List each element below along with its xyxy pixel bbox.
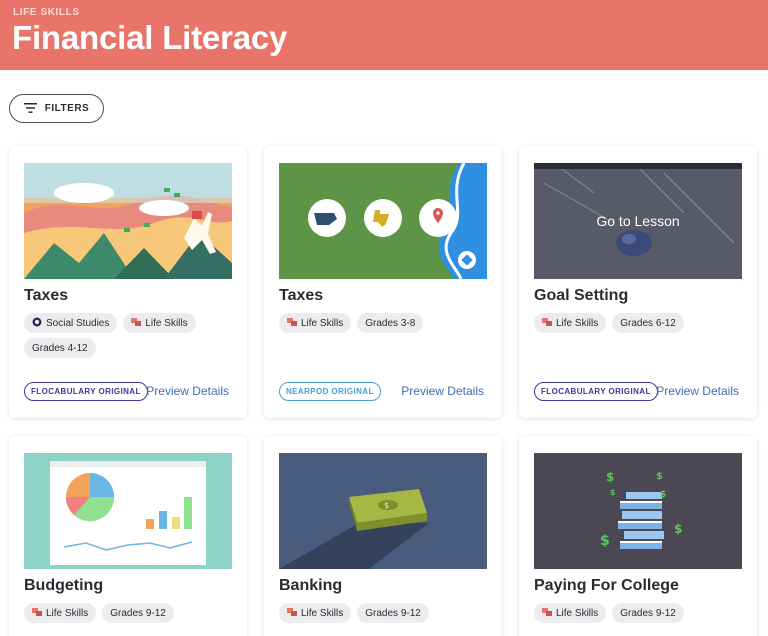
preview-details-link[interactable]: Preview Details <box>146 384 229 398</box>
svg-text:$: $ <box>606 470 614 484</box>
filters-label: FILTERS <box>44 103 90 114</box>
tag-life-skills[interactable]: Life Skills <box>534 603 607 623</box>
svg-text:$: $ <box>600 533 610 549</box>
lesson-card-goal-setting[interactable]: Go to Lesson Goal Setting Life Skills Gr… <box>519 146 757 418</box>
tag-life-skills[interactable]: Life Skills <box>123 313 196 333</box>
lesson-title[interactable]: Goal Setting <box>534 287 628 305</box>
tag-label: Grades 3-8 <box>365 317 416 329</box>
tag-grades[interactable]: Grades 9-12 <box>612 603 684 623</box>
lesson-thumbnail[interactable]: $ <box>279 453 487 569</box>
lesson-thumbnail[interactable] <box>24 163 232 279</box>
lesson-card-banking[interactable]: $ Banking Life Skills Grades 9-12 <box>264 436 502 636</box>
flocabulary-original-badge: FLOCABULARY ORIGINAL <box>24 382 148 401</box>
filters-button[interactable]: FILTERS <box>9 94 104 123</box>
social-studies-icon <box>32 317 42 330</box>
tag-grades[interactable]: Grades 9-12 <box>102 603 174 623</box>
lesson-grid-area: FILTERS Taxes Social Studies Life Skills… <box>0 70 768 636</box>
svg-text:$: $ <box>660 490 666 500</box>
lesson-thumbnail[interactable]: Go to Lesson <box>534 163 742 279</box>
tag-life-skills[interactable]: Life Skills <box>279 603 352 623</box>
tag-list: Life Skills Grades 9-12 <box>534 603 744 623</box>
lesson-card-budgeting[interactable]: Budgeting Life Skills Grades 9-12 <box>9 436 247 636</box>
life-skills-icon <box>32 607 42 620</box>
lesson-thumbnail[interactable] <box>24 453 232 569</box>
tag-label: Grades 4-12 <box>32 342 88 354</box>
svg-text:$: $ <box>674 522 682 536</box>
tag-grades[interactable]: Grades 4-12 <box>24 338 96 358</box>
tag-social-studies[interactable]: Social Studies <box>24 313 118 333</box>
tag-label: Life Skills <box>145 317 188 329</box>
preview-details-link[interactable]: Preview Details <box>401 384 484 398</box>
tag-grades[interactable]: Grades 3-8 <box>357 313 424 333</box>
lesson-title[interactable]: Paying For College <box>534 577 679 595</box>
tag-label: Grades 9-12 <box>620 607 676 619</box>
tag-list: Social Studies Life Skills Grades 4-12 <box>24 313 234 358</box>
lesson-title[interactable]: Banking <box>279 577 342 595</box>
page-header: LIFE SKILLS Financial Literacy <box>0 0 768 70</box>
lesson-card-taxes-nearpod[interactable]: Taxes Life Skills Grades 3-8 NEARPOD ORI… <box>264 146 502 418</box>
life-skills-icon <box>287 317 297 330</box>
nearpod-original-badge: NEARPOD ORIGINAL <box>279 382 381 401</box>
svg-text:$: $ <box>656 471 663 482</box>
tag-label: Life Skills <box>46 607 89 619</box>
tag-list: Life Skills Grades 6-12 <box>534 313 744 333</box>
lesson-card-paying-for-college[interactable]: $ $ $ $ $ $ Paying For College Life Skil… <box>519 436 757 636</box>
go-to-lesson-overlay[interactable]: Go to Lesson <box>534 163 742 279</box>
tag-life-skills[interactable]: Life Skills <box>279 313 352 333</box>
tag-list: Life Skills Grades 9-12 <box>24 603 234 623</box>
tag-label: Grades 9-12 <box>110 607 166 619</box>
tag-label: Life Skills <box>301 317 344 329</box>
tag-grades[interactable]: Grades 6-12 <box>612 313 684 333</box>
lesson-title[interactable]: Taxes <box>24 287 68 305</box>
life-skills-icon <box>131 317 142 330</box>
tag-label: Life Skills <box>556 607 599 619</box>
tag-grades[interactable]: Grades 9-12 <box>357 603 429 623</box>
lesson-thumbnail[interactable]: $ $ $ $ $ $ <box>534 453 742 569</box>
tag-label: Social Studies <box>46 317 110 329</box>
lesson-title[interactable]: Taxes <box>279 287 323 305</box>
tag-list: Life Skills Grades 9-12 <box>279 603 489 623</box>
preview-details-link[interactable]: Preview Details <box>656 384 739 398</box>
tag-label: Life Skills <box>556 317 599 329</box>
tag-life-skills[interactable]: Life Skills <box>534 313 607 333</box>
svg-text:$: $ <box>384 501 389 510</box>
tag-list: Life Skills Grades 3-8 <box>279 313 489 333</box>
page-title: Financial Literacy <box>12 19 288 56</box>
svg-text:$: $ <box>610 488 616 497</box>
life-skills-icon <box>542 317 552 330</box>
tag-label: Life Skills <box>301 607 344 619</box>
life-skills-icon <box>542 607 552 620</box>
tag-label: Grades 9-12 <box>365 607 421 619</box>
tag-life-skills[interactable]: Life Skills <box>24 603 97 623</box>
lesson-title[interactable]: Budgeting <box>24 577 103 595</box>
life-skills-icon <box>287 607 297 620</box>
breadcrumb-category[interactable]: LIFE SKILLS <box>13 7 80 18</box>
lesson-thumbnail[interactable] <box>279 163 487 279</box>
tag-label: Grades 6-12 <box>620 317 676 329</box>
lesson-card-taxes-flocabulary[interactable]: Taxes Social Studies Life Skills Grades … <box>9 146 247 418</box>
flocabulary-original-badge: FLOCABULARY ORIGINAL <box>534 382 658 401</box>
filter-lines-icon <box>23 100 37 118</box>
